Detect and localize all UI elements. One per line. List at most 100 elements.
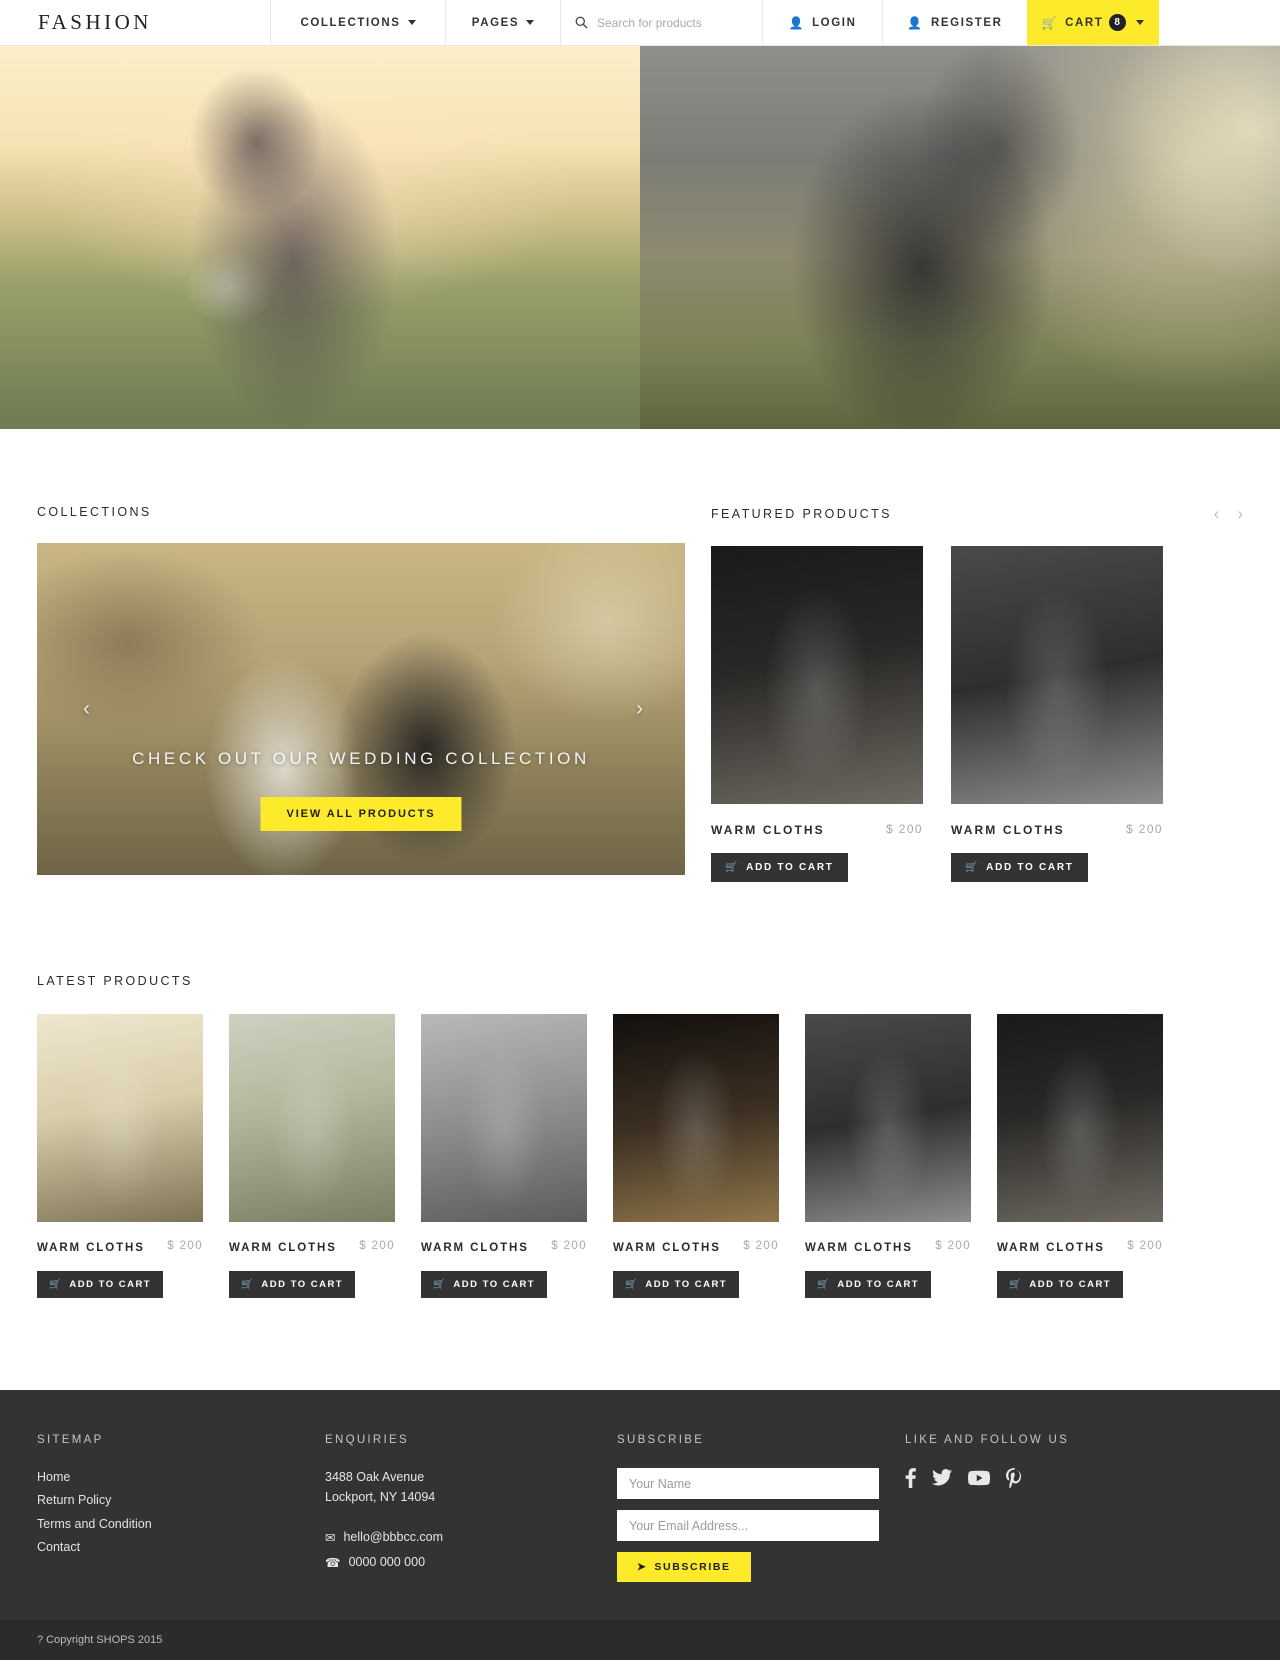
cart-icon: 🛒 bbox=[725, 862, 740, 874]
login-button[interactable]: 👤 LOGIN bbox=[762, 0, 882, 45]
contact-phone[interactable]: ☎ 0000 000 000 bbox=[325, 1555, 617, 1570]
add-to-cart-button[interactable]: 🛒 ADD TO CART bbox=[37, 1271, 164, 1299]
add-to-cart-button[interactable]: 🛒 ADD TO CART bbox=[997, 1271, 1124, 1299]
cart-count-badge: 8 bbox=[1109, 14, 1127, 31]
cart-button[interactable]: 🛒 CART 8 bbox=[1027, 0, 1159, 45]
nav-collections[interactable]: COLLECTIONS bbox=[270, 0, 445, 45]
product-image[interactable] bbox=[37, 1014, 203, 1223]
twitter-icon[interactable] bbox=[932, 1469, 952, 1487]
footer-sitemap: SITEMAP Home Return Policy Terms and Con… bbox=[37, 1434, 325, 1582]
footer-enquiries: ENQUIRIES 3488 Oak Avenue Lockport, NY 1… bbox=[325, 1434, 617, 1582]
search-input[interactable] bbox=[597, 15, 747, 30]
youtube-icon[interactable] bbox=[968, 1470, 990, 1486]
subscribe-name-input[interactable] bbox=[617, 1468, 879, 1500]
add-to-cart-button[interactable]: 🛒 ADD TO CART bbox=[805, 1271, 932, 1299]
latest-products-section: LATEST PRODUCTS WARM CLOTHS $ 200 🛒 ADD … bbox=[37, 882, 1243, 1299]
product-name: WARM CLOTHS bbox=[951, 823, 1065, 837]
user-icon: 👤 bbox=[907, 15, 924, 30]
site-header: FASHION COLLECTIONS PAGES 👤 LOGIN 👤 REGI… bbox=[0, 0, 1280, 46]
chevron-right-icon[interactable]: › bbox=[1237, 505, 1243, 522]
add-to-cart-button[interactable]: 🛒 ADD TO CART bbox=[613, 1271, 740, 1299]
copyright-bar: ? Copyright SHOPS 2015 bbox=[0, 1620, 1280, 1661]
product-price: $ 200 bbox=[743, 1240, 779, 1253]
add-to-cart-button[interactable]: 🛒 ADD TO CART bbox=[229, 1271, 356, 1299]
footer-link-terms[interactable]: Terms and Condition bbox=[37, 1515, 325, 1534]
add-to-cart-label: ADD TO CART bbox=[746, 862, 834, 874]
paper-plane-icon: ➤ bbox=[637, 1561, 648, 1574]
product-image[interactable] bbox=[421, 1014, 587, 1223]
product-name: WARM CLOTHS bbox=[229, 1242, 337, 1255]
view-all-products-button[interactable]: VIEW ALL PRODUCTS bbox=[260, 797, 462, 831]
add-to-cart-label: ADD TO CART bbox=[69, 1279, 152, 1291]
facebook-icon[interactable] bbox=[905, 1468, 916, 1489]
contact-phone-value: 0000 000 000 bbox=[348, 1555, 426, 1570]
product-image[interactable] bbox=[805, 1014, 971, 1223]
cart-label: CART bbox=[1065, 16, 1104, 29]
add-to-cart-button[interactable]: 🛒 ADD TO CART bbox=[711, 853, 848, 883]
chevron-right-icon[interactable]: › bbox=[636, 697, 643, 721]
product-card: WARM CLOTHS $ 200 🛒 ADD TO CART bbox=[421, 1014, 587, 1299]
subscribe-email-input[interactable] bbox=[617, 1510, 879, 1542]
subscribe-title: SUBSCRIBE bbox=[617, 1434, 705, 1447]
product-card: WARM CLOTHS $ 200 🛒 ADD TO CART bbox=[711, 546, 923, 883]
product-image[interactable] bbox=[951, 546, 1163, 804]
address-line-2: Lockport, NY 14094 bbox=[325, 1489, 436, 1504]
chevron-left-icon[interactable]: ‹ bbox=[1214, 505, 1220, 522]
product-card: WARM CLOTHS $ 200 🛒 ADD TO CART bbox=[37, 1014, 203, 1299]
search-container[interactable] bbox=[560, 0, 762, 45]
nav-pages[interactable]: PAGES bbox=[445, 0, 560, 45]
featured-products-title: FEATURED PRODUCTS bbox=[711, 506, 892, 521]
product-name: WARM CLOTHS bbox=[37, 1242, 145, 1255]
hero-image-women[interactable] bbox=[0, 46, 640, 429]
chevron-left-icon[interactable]: ‹ bbox=[83, 697, 90, 721]
user-icon: 👤 bbox=[788, 15, 806, 30]
featured-carousel-nav: ‹ › bbox=[1214, 505, 1243, 522]
cart-icon: 🛒 bbox=[965, 862, 980, 874]
subscribe-button-label: SUBSCRIBE bbox=[654, 1561, 731, 1574]
brand-logo[interactable]: FASHION bbox=[0, 0, 270, 45]
contact-email[interactable]: ✉ hello@bbbcc.com bbox=[325, 1530, 617, 1545]
slide-caption: CHECK OUT OUR WEDDING COLLECTION bbox=[132, 749, 590, 768]
add-to-cart-label: ADD TO CART bbox=[261, 1279, 344, 1291]
product-name: WARM CLOTHS bbox=[421, 1242, 529, 1255]
add-to-cart-label: ADD TO CART bbox=[645, 1279, 728, 1291]
envelope-icon: ✉ bbox=[325, 1530, 336, 1545]
register-label: REGISTER bbox=[930, 16, 1003, 29]
register-button[interactable]: 👤 REGISTER bbox=[882, 0, 1027, 45]
product-card: WARM CLOTHS $ 200 🛒 ADD TO CART bbox=[805, 1014, 971, 1299]
product-image[interactable] bbox=[613, 1014, 779, 1223]
featured-products-section: FEATURED PRODUCTS ‹ › WARM CLOTHS $ 200 … bbox=[711, 505, 1243, 883]
enquiries-title: ENQUIRIES bbox=[325, 1434, 409, 1447]
pinterest-icon[interactable] bbox=[1006, 1468, 1023, 1489]
subscribe-button[interactable]: ➤ SUBSCRIBE bbox=[617, 1552, 751, 1583]
product-image[interactable] bbox=[997, 1014, 1163, 1223]
cart-icon: 🛒 bbox=[433, 1279, 447, 1291]
product-price: $ 200 bbox=[551, 1240, 587, 1253]
footer-link-home[interactable]: Home bbox=[37, 1468, 325, 1487]
product-name: WARM CLOTHS bbox=[613, 1242, 721, 1255]
add-to-cart-button[interactable]: 🛒 ADD TO CART bbox=[951, 853, 1088, 883]
product-card: WARM CLOTHS $ 200 🛒 ADD TO CART bbox=[951, 546, 1163, 883]
footer-link-return-policy[interactable]: Return Policy bbox=[37, 1491, 325, 1510]
contact-email-value: hello@bbbcc.com bbox=[343, 1530, 444, 1545]
site-footer: SITEMAP Home Return Policy Terms and Con… bbox=[0, 1390, 1280, 1621]
nav-pages-label: PAGES bbox=[471, 16, 520, 29]
product-price: $ 200 bbox=[1127, 1240, 1163, 1253]
product-card: WARM CLOTHS $ 200 🛒 ADD TO CART bbox=[229, 1014, 395, 1299]
footer-link-contact[interactable]: Contact bbox=[37, 1538, 325, 1557]
hero-banner bbox=[0, 46, 1280, 429]
footer-social: LIKE AND FOLLOW US bbox=[905, 1434, 1243, 1582]
product-image[interactable] bbox=[229, 1014, 395, 1223]
collections-slider[interactable]: ‹ › CHECK OUT OUR WEDDING COLLECTION VIE… bbox=[37, 543, 685, 875]
add-to-cart-button[interactable]: 🛒 ADD TO CART bbox=[421, 1271, 548, 1299]
chevron-down-icon bbox=[407, 20, 416, 25]
cart-icon: 🛒 bbox=[625, 1279, 639, 1291]
product-image[interactable] bbox=[711, 546, 923, 804]
cart-icon: 🛒 bbox=[241, 1279, 255, 1291]
product-name: WARM CLOTHS bbox=[711, 823, 825, 837]
phone-icon: ☎ bbox=[325, 1555, 341, 1570]
hero-image-men[interactable] bbox=[640, 46, 1280, 429]
latest-products-title: LATEST PRODUCTS bbox=[37, 974, 193, 989]
cart-icon: 🛒 bbox=[1041, 15, 1059, 30]
nav-collections-label: COLLECTIONS bbox=[300, 16, 401, 29]
